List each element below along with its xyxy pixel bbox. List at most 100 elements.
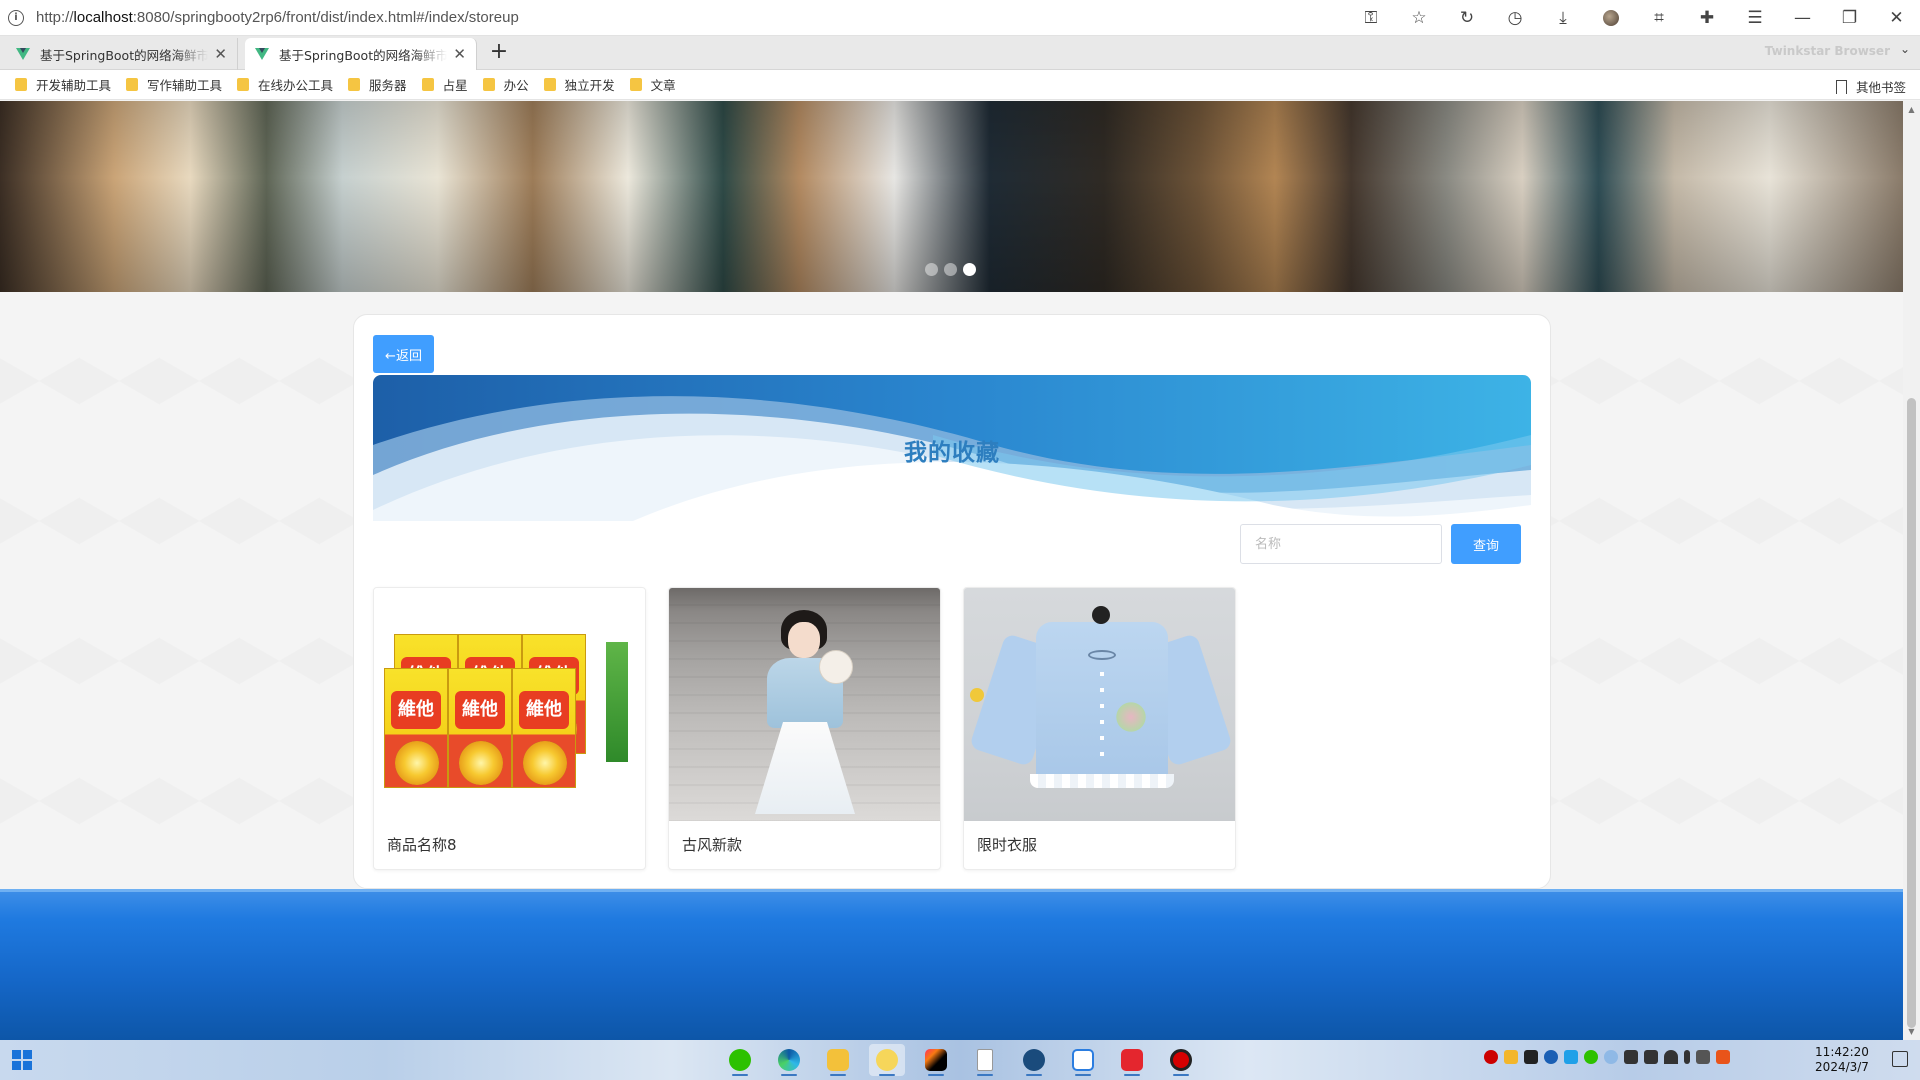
star-icon[interactable]: ☆: [1395, 0, 1443, 36]
product-card[interactable]: 維他 維他 維他 維他 維他 維他 商品名称8: [373, 587, 646, 870]
profile-avatar[interactable]: [1587, 0, 1635, 36]
name-search-input[interactable]: [1240, 524, 1442, 564]
bookmark-item[interactable]: 服务器: [348, 75, 407, 94]
carousel-dots: [925, 263, 976, 276]
notification-icon[interactable]: [1892, 1051, 1908, 1067]
volume-icon[interactable]: [1624, 1050, 1638, 1064]
url-host: localhost: [73, 9, 133, 26]
bookmark-item[interactable]: 办公: [482, 75, 529, 94]
battery-icon[interactable]: [1644, 1050, 1658, 1064]
product-name: 商品名称8: [387, 836, 457, 854]
chevron-down-icon[interactable]: ⌄: [1900, 42, 1910, 56]
site-info-icon[interactable]: i: [8, 9, 24, 26]
product-card[interactable]: 古风新款: [668, 587, 941, 870]
teamviewer-icon[interactable]: [1065, 1044, 1101, 1076]
page-scrollbar[interactable]: ▲ ▼: [1903, 101, 1920, 1040]
folder-icon: [421, 78, 434, 91]
antivirus-tray-icon[interactable]: [1716, 1050, 1730, 1064]
carousel-dot[interactable]: [944, 263, 957, 276]
bookmark-item[interactable]: 独立开发: [543, 75, 615, 94]
wechat-tray-icon[interactable]: [1584, 1050, 1598, 1064]
browser-brand: Twinkstar Browser: [1764, 44, 1890, 58]
wps-icon[interactable]: [1114, 1044, 1150, 1076]
windows-start-icon[interactable]: [12, 1050, 32, 1070]
favorites-card: ←返回 我的收藏 查询: [353, 314, 1551, 889]
bookmark-item[interactable]: 开发辅助工具: [15, 75, 111, 94]
scroll-thumb[interactable]: [1907, 398, 1916, 1028]
record-tray-icon[interactable]: [1484, 1050, 1498, 1064]
record-icon[interactable]: [1163, 1044, 1199, 1076]
carousel-dot[interactable]: [925, 263, 938, 276]
taskbar-clock[interactable]: 11:42:20 2024/3/7: [1810, 1045, 1874, 1075]
product-card[interactable]: 限时衣服: [963, 587, 1236, 870]
bookmark-item[interactable]: 占星: [421, 75, 468, 94]
brand-logo: 維他: [519, 691, 569, 729]
download-icon[interactable]: ⤓: [1539, 0, 1587, 36]
bookmark-item[interactable]: 文章: [629, 75, 676, 94]
system-tray: [1484, 1050, 1730, 1064]
shield-tray-icon[interactable]: [1504, 1050, 1518, 1064]
folder-icon[interactable]: [820, 1044, 856, 1076]
app-tray-icon[interactable]: [1524, 1050, 1538, 1064]
url-field[interactable]: http://localhost:8080/springbooty2rp6/fr…: [36, 9, 519, 26]
extension-icon[interactable]: ✚: [1683, 0, 1731, 36]
ime-icon[interactable]: [1696, 1050, 1710, 1064]
wifi-icon[interactable]: [1664, 1050, 1678, 1064]
folder-icon: [237, 78, 250, 91]
feishu-tray-icon[interactable]: [1564, 1050, 1578, 1064]
product-name: 限时衣服: [977, 836, 1038, 854]
microphone-icon[interactable]: [1684, 1050, 1690, 1064]
back-button[interactable]: ←返回: [373, 335, 434, 373]
vs-icon[interactable]: [1016, 1044, 1052, 1076]
banner-carousel[interactable]: [0, 101, 1903, 292]
bookmark-item[interactable]: 在线办公工具: [237, 75, 333, 94]
bookmark-icon: [1835, 79, 1847, 94]
wechat-icon[interactable]: [722, 1044, 758, 1076]
file-icon[interactable]: [967, 1044, 1003, 1076]
product-name: 古风新款: [682, 836, 743, 854]
fan-graphic: [819, 650, 853, 684]
tab-close-icon[interactable]: ✕: [214, 45, 227, 63]
search-button[interactable]: 查询: [1451, 524, 1521, 564]
carousel-dot-active[interactable]: [963, 263, 976, 276]
tab-1[interactable]: 基于SpringBoot的网络海鲜市场系统 ✕: [6, 38, 238, 70]
history-icon[interactable]: ◷: [1491, 0, 1539, 36]
edge-icon[interactable]: [771, 1044, 807, 1076]
shirt-embroidery: [1114, 700, 1148, 734]
shirt-bow: [1088, 650, 1116, 660]
other-bookmarks[interactable]: 其他书签: [1835, 77, 1906, 96]
key-icon[interactable]: ⚿: [1347, 0, 1395, 36]
other-bookmarks-label: 其他书签: [1855, 80, 1906, 95]
bookmark-label: 写作辅助工具: [147, 78, 223, 93]
restore-icon[interactable]: ❐: [1826, 0, 1873, 36]
juice-box: 維他: [512, 668, 576, 788]
face-icon[interactable]: [869, 1044, 905, 1076]
folder-icon: [126, 78, 139, 91]
lemon-graphic: [523, 741, 567, 785]
cloud-tray-icon[interactable]: [1604, 1050, 1618, 1064]
scroll-down-icon[interactable]: ▼: [1903, 1023, 1920, 1040]
juice-box: 維他: [448, 668, 512, 788]
shirt-frill: [1030, 774, 1174, 788]
minimize-icon[interactable]: —: [1779, 0, 1826, 36]
check-tray-icon[interactable]: [1544, 1050, 1558, 1064]
crop-icon[interactable]: ⌗: [1635, 0, 1683, 36]
product-image-shirt: [964, 588, 1235, 821]
product-image-hanfu: [669, 588, 940, 821]
bookmark-item[interactable]: 写作辅助工具: [126, 75, 222, 94]
bookmark-label: 独立开发: [564, 78, 615, 93]
reload-icon[interactable]: ↻: [1443, 0, 1491, 36]
tab-2[interactable]: 基于SpringBoot的网络海鲜市场系统 ✕: [245, 38, 477, 70]
bookmark-label: 占星: [442, 78, 468, 93]
menu-icon[interactable]: ☰: [1731, 0, 1779, 36]
url-path: :8080/springbooty2rp6/front/dist/index.h…: [132, 9, 519, 26]
page-footer: [0, 889, 1903, 1040]
box-side: [606, 642, 628, 762]
close-window-icon[interactable]: ✕: [1873, 0, 1920, 36]
new-tab-button[interactable]: +: [485, 38, 513, 66]
scroll-up-icon[interactable]: ▲: [1903, 101, 1920, 118]
intellij-icon[interactable]: [918, 1044, 954, 1076]
url-prefix: http://: [36, 9, 74, 26]
tab-close-icon[interactable]: ✕: [453, 45, 466, 63]
tab-bar: 基于SpringBoot的网络海鲜市场系统 ✕ 基于SpringBoot的网络海…: [0, 36, 1920, 70]
